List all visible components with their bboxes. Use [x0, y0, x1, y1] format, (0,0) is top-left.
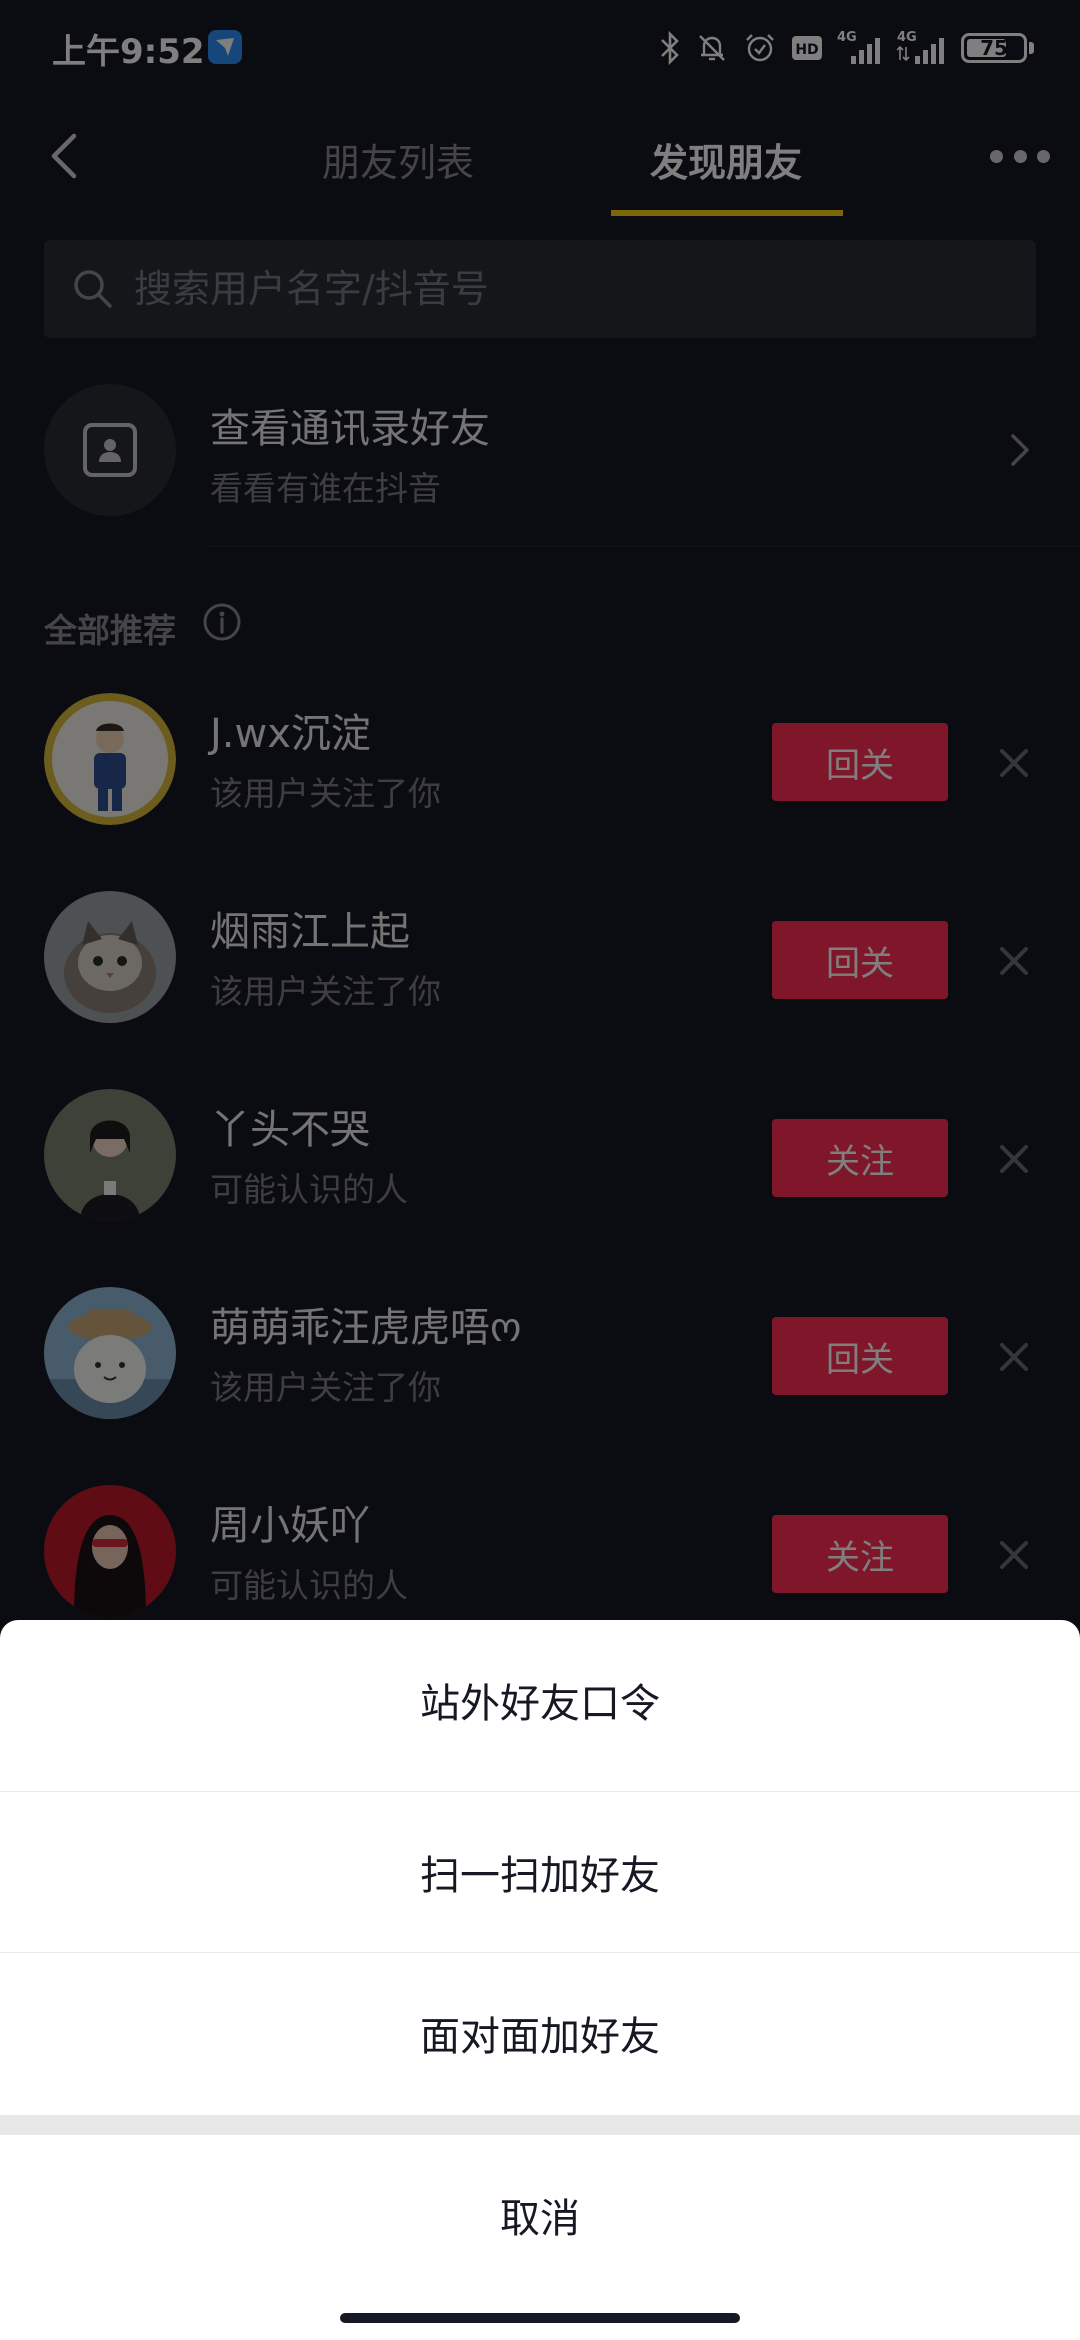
sheet-gap [0, 2115, 1080, 2135]
home-indicator [340, 2313, 740, 2323]
action-sheet: 站外好友口令 扫一扫加好友 面对面加好友 取消 [0, 1620, 1080, 2340]
friend-password-option[interactable]: 站外好友口令 [0, 1620, 1080, 1780]
cancel-button[interactable]: 取消 [0, 2135, 1080, 2295]
face-to-face-add-option[interactable]: 面对面加好友 [0, 1953, 1080, 2113]
scan-add-friend-option[interactable]: 扫一扫加好友 [0, 1792, 1080, 1952]
